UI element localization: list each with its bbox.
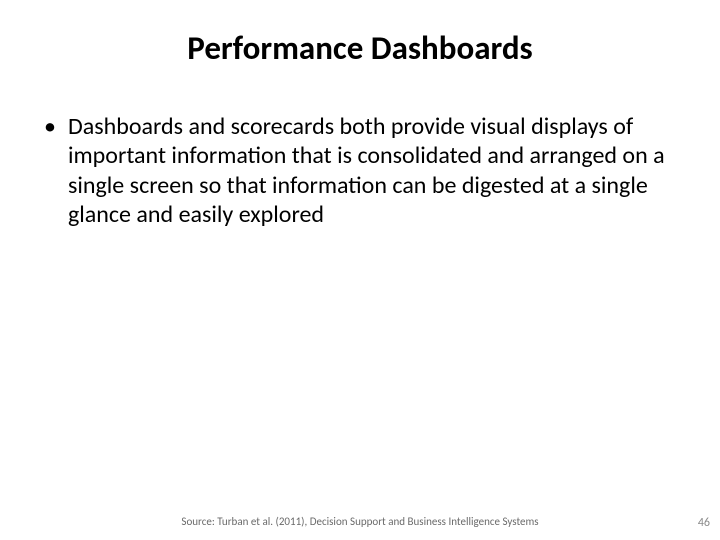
slide-title: Performance Dashboards xyxy=(40,28,680,68)
slide: Performance Dashboards Dashboards and sc… xyxy=(0,0,720,540)
bullet-list: Dashboards and scorecards both provide v… xyxy=(40,112,680,229)
source-citation: Source: Turban et al. (2011), Decision S… xyxy=(0,515,720,528)
bullet-item: Dashboards and scorecards both provide v… xyxy=(40,112,680,229)
page-number: 46 xyxy=(698,516,710,530)
